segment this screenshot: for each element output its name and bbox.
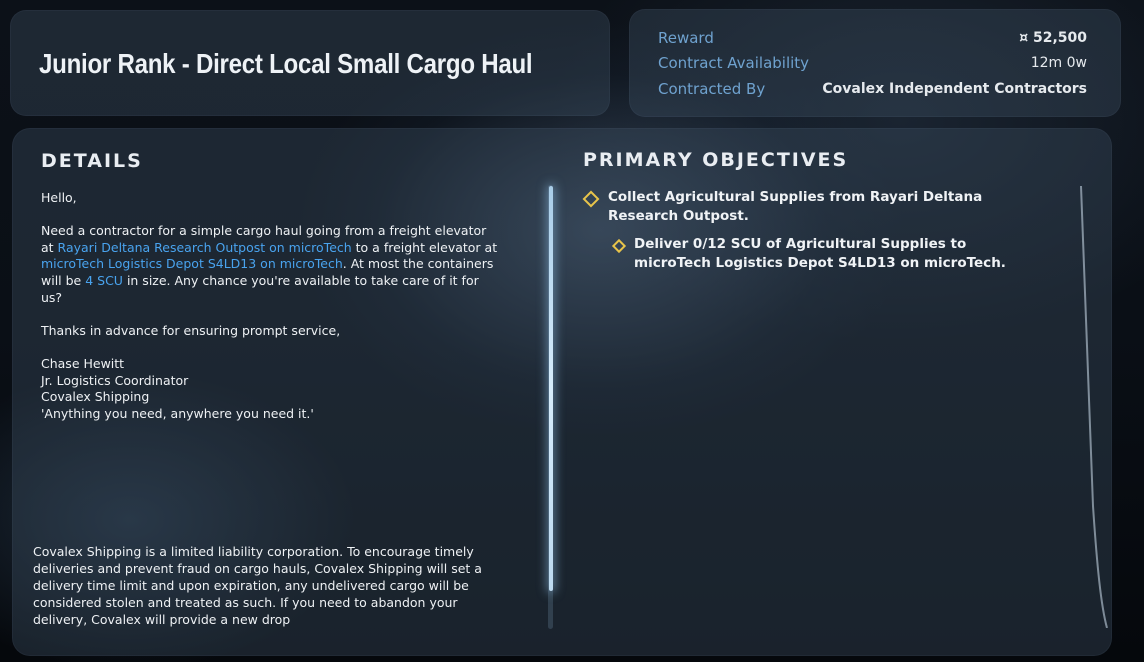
reward-label: Reward [658,29,714,47]
signature-name: Chase Hewitt [41,355,125,371]
details-thanks: Thanks in advance for ensuring prompt se… [41,322,341,338]
dropoff-location-link[interactable]: microTech Logistics Depot S4LD13 on micr… [41,256,343,271]
sub-objective-line-1: Deliver 0/12 SCU of Agricultural Supplie… [634,236,967,252]
objectives-heading: PRIMARY OBJECTIVES [583,149,849,171]
objectives-scroll-rail [1080,186,1108,628]
details-heading: DETAILS [41,150,143,172]
sub-objective-line-2: microTech Logistics Depot S4LD13 on micr… [634,255,1006,271]
primary-objective-line-2: Research Outpost. [608,208,749,224]
availability-label: Contract Availability [658,54,810,72]
contracted-by-value: Covalex Independent Contractors [822,81,1087,97]
legal-notice: Covalex Shipping is a limited liability … [33,544,482,627]
legal-notice-container: Covalex Shipping is a limited liability … [33,543,513,629]
pickup-location-link[interactable]: Rayari Deltana Research Outpost on micro… [58,240,352,255]
signature-company: Covalex Shipping [41,389,150,405]
contract-title: Junior Rank - Direct Local Small Cargo H… [39,48,533,79]
details-text-2: to a freight elevator at [351,239,498,255]
details-request: Need a contractor for a simple cargo hau… [41,223,501,306]
details-greeting: Hello, [41,190,77,205]
signature-title: Jr. Logistics Coordinator [41,372,189,388]
primary-objective-line-1: Collect Agricultural Supplies from Rayar… [608,189,983,205]
availability-value: 12m 0w [1030,55,1087,71]
sub-objective: Deliver 0/12 SCU of Agricultural Supplie… [634,235,1074,273]
signature-motto: 'Anything you need, anywhere you need it… [41,405,314,421]
details-scrollbar-thumb[interactable] [549,186,553,591]
contracted-by-label: Contracted By [658,80,766,98]
reward-value: ¤ 52,500 [1019,30,1087,46]
details-message[interactable]: Hello, Need a contractor for a simple ca… [41,190,501,422]
container-size-highlight: 4 SCU [85,272,123,288]
primary-objective: Collect Agricultural Supplies from Rayar… [608,188,1068,226]
